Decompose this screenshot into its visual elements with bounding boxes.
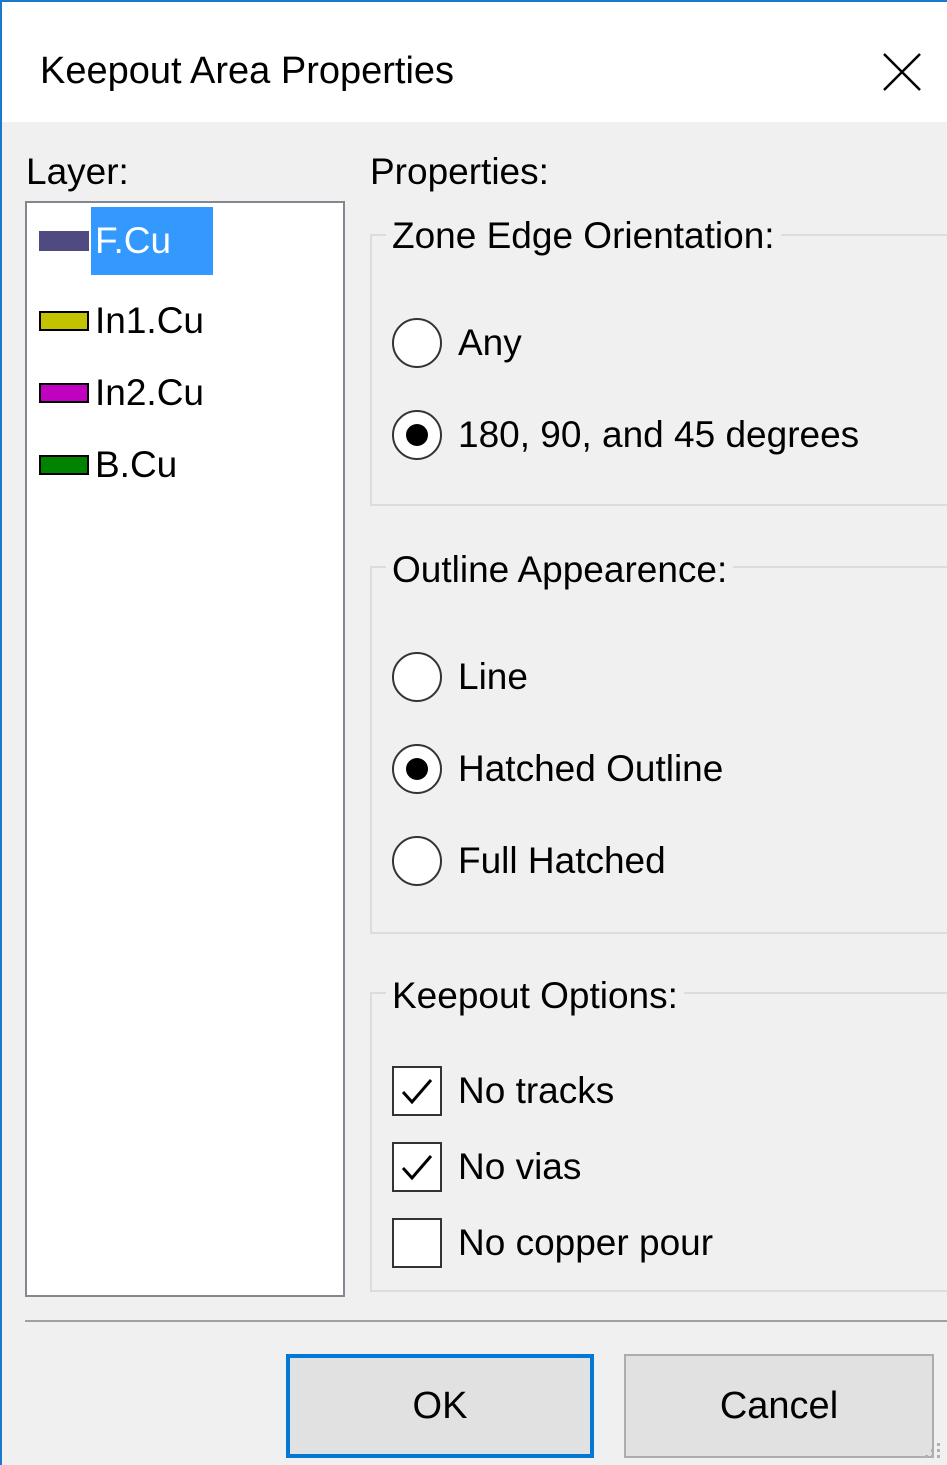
layer-item-in2-cu[interactable]: In2.Cu	[39, 359, 212, 427]
checkbox-label: No copper pour	[458, 1222, 714, 1263]
radio-any[interactable]: Any	[392, 318, 522, 368]
checkbox[interactable]	[392, 1218, 442, 1268]
radio-label: 180, 90, and 45 degrees	[458, 414, 860, 455]
layer-item-label: F.Cu	[91, 207, 214, 275]
checkbox-no-tracks[interactable]: No tracks	[392, 1066, 614, 1116]
layer-color-swatch	[39, 383, 89, 403]
layer-color-swatch	[39, 231, 89, 251]
radio-button[interactable]	[392, 652, 442, 702]
radio-label: Line	[458, 656, 528, 697]
zone-edge-title: Zone Edge Orientation:	[386, 214, 781, 258]
checkbox-no-vias[interactable]: No vias	[392, 1142, 581, 1192]
radio-label: Full Hatched	[458, 840, 666, 881]
checkmark-icon	[401, 1155, 433, 1181]
layer-color-swatch	[39, 311, 89, 331]
radio-button[interactable]	[392, 410, 442, 460]
checkbox[interactable]	[392, 1142, 442, 1192]
radio-button[interactable]	[392, 318, 442, 368]
close-icon	[883, 53, 921, 91]
radio-hatched-outline[interactable]: Hatched Outline	[392, 744, 723, 794]
radio-label: Hatched Outline	[458, 748, 724, 789]
keepout-options-title: Keepout Options:	[386, 974, 684, 1018]
layer-list[interactable]: F.Cu In1.Cu In2.Cu B.Cu	[25, 201, 345, 1297]
layer-item-label: In1.Cu	[95, 300, 205, 341]
keepout-dialog: Keepout Area Properties Layer: F.Cu In1.…	[0, 0, 947, 1465]
layer-item-b-cu[interactable]: B.Cu	[39, 431, 185, 499]
separator	[25, 1320, 947, 1322]
radio-full-hatched[interactable]: Full Hatched	[392, 836, 666, 886]
dialog-title: Keepout Area Properties	[40, 50, 455, 92]
checkbox[interactable]	[392, 1066, 442, 1116]
close-button[interactable]	[862, 32, 942, 112]
title-bar: Keepout Area Properties	[2, 2, 947, 122]
layer-item-label: B.Cu	[95, 444, 178, 485]
radio-button[interactable]	[392, 836, 442, 886]
radio-line[interactable]: Line	[392, 652, 528, 702]
checkbox-label: No vias	[458, 1146, 582, 1187]
layer-item-label: In2.Cu	[95, 372, 205, 413]
resize-grip-icon[interactable]	[921, 1439, 943, 1461]
layer-item-f-cu[interactable]: F.Cu	[39, 207, 214, 275]
checkbox-no-copper-pour[interactable]: No copper pour	[392, 1218, 713, 1268]
layer-color-swatch	[39, 455, 89, 475]
layer-label: Layer:	[26, 151, 129, 192]
ok-button[interactable]: OK	[286, 1354, 594, 1458]
layer-item-in1-cu[interactable]: In1.Cu	[39, 287, 212, 355]
zone-edge-group	[370, 234, 947, 506]
cancel-button[interactable]: Cancel	[624, 1354, 934, 1458]
outline-title: Outline Appearence:	[386, 548, 734, 592]
radio-180-90-45[interactable]: 180, 90, and 45 degrees	[392, 410, 859, 460]
checkbox-label: No tracks	[458, 1070, 615, 1111]
checkmark-icon	[401, 1079, 433, 1105]
radio-button[interactable]	[392, 744, 442, 794]
properties-label: Properties:	[370, 151, 549, 192]
radio-label: Any	[458, 322, 522, 363]
